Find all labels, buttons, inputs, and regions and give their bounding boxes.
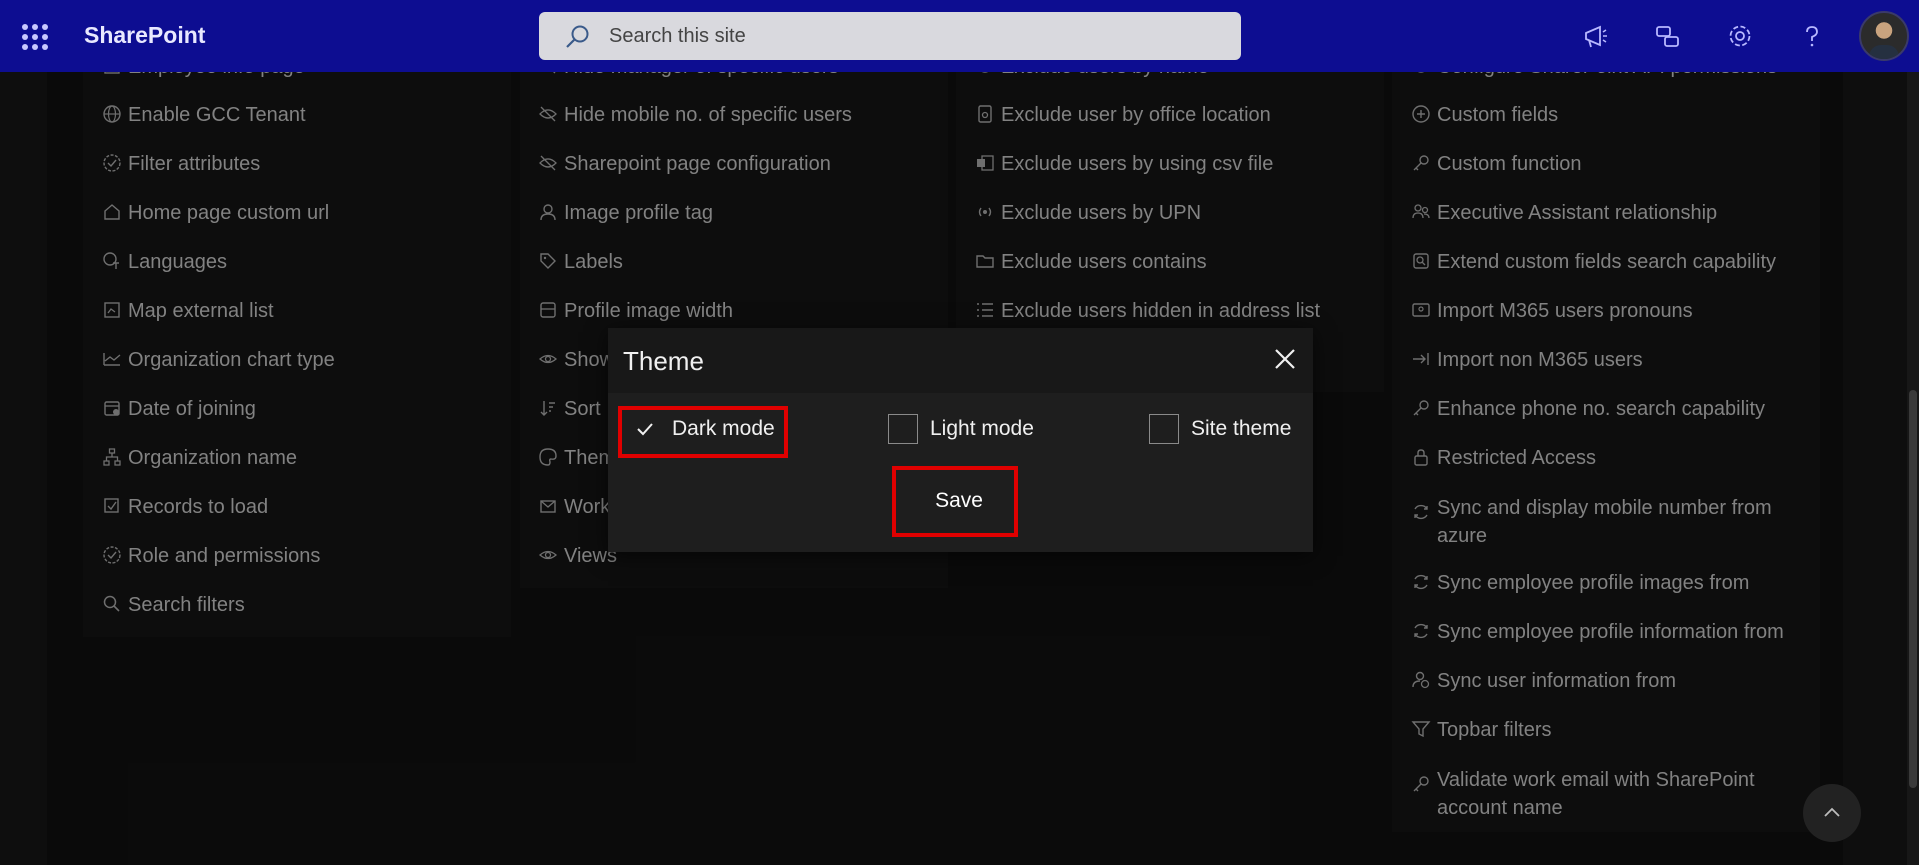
light-mode-checkbox[interactable] (888, 414, 918, 444)
avatar[interactable] (1859, 11, 1909, 61)
dark-mode-highlight (618, 406, 788, 458)
search-box[interactable] (539, 12, 1241, 60)
help-icon[interactable] (1794, 18, 1830, 54)
brand-name[interactable]: SharePoint (84, 22, 205, 49)
site-theme-checkbox[interactable] (1149, 414, 1179, 444)
save-highlight (892, 466, 1018, 537)
chevron-up-icon (1824, 807, 1840, 817)
chat-icon[interactable] (1650, 18, 1686, 54)
megaphone-icon[interactable] (1578, 18, 1614, 54)
scrollbar-thumb[interactable] (1909, 390, 1917, 788)
dialog-header: Theme (608, 328, 1313, 393)
light-mode-option[interactable]: Light mode (888, 414, 1034, 444)
search-input[interactable] (609, 12, 1209, 60)
page-scrollbar[interactable] (1907, 72, 1919, 865)
gear-icon[interactable] (1722, 18, 1758, 54)
close-icon[interactable] (1269, 343, 1301, 375)
site-theme-label: Site theme (1191, 417, 1292, 440)
back-to-top-button[interactable] (1803, 784, 1861, 842)
dialog-title: Theme (623, 346, 704, 376)
app-launcher-icon[interactable] (22, 24, 48, 50)
light-mode-label: Light mode (930, 417, 1034, 440)
suite-bar: SharePoint (0, 0, 1919, 72)
site-theme-option[interactable]: Site theme (1149, 414, 1291, 444)
search-icon (566, 25, 589, 48)
